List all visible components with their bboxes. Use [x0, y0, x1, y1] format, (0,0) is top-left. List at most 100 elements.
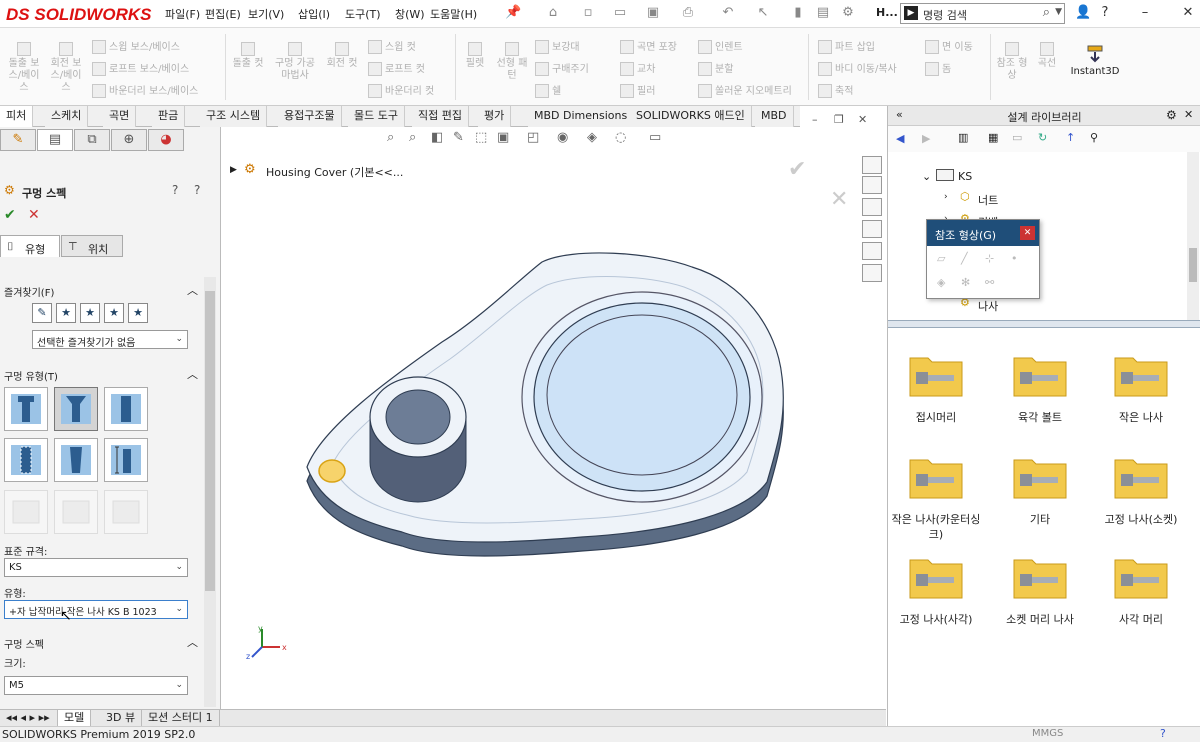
gear-icon[interactable]: ⚙ — [1166, 108, 1177, 122]
tab-direct-editing[interactable]: 직접 편집 — [412, 106, 469, 127]
insert-part-button[interactable]: 파트 삽입 — [818, 38, 875, 54]
favorites-select[interactable]: 선택한 즐겨찾기가 없음 ⌄ — [32, 330, 188, 349]
back-icon[interactable]: ◀ — [896, 132, 904, 145]
help-icon[interactable]: ? — [1160, 727, 1166, 740]
search-input[interactable]: ▶ 명령 검색 ⌕ ▼ — [900, 3, 1065, 24]
scale-button[interactable]: 축적 — [818, 82, 853, 98]
chevron-down-icon[interactable]: ▼ — [1055, 7, 1062, 17]
custom-properties-icon[interactable] — [862, 264, 882, 282]
close-icon[interactable]: ✕ — [858, 113, 867, 126]
folder-hex-bolt[interactable]: 육각 볼트 — [992, 350, 1088, 440]
file-explorer-icon[interactable] — [862, 198, 882, 216]
tab-model[interactable]: 모델 — [58, 710, 92, 727]
up-icon[interactable]: ↑ — [1066, 131, 1075, 144]
rebuild-icon[interactable]: ▮ — [790, 5, 806, 21]
file-props-icon[interactable]: ▤ — [815, 5, 831, 21]
folder-socket-head-screw[interactable]: 소켓 머리 나사 — [992, 552, 1088, 642]
move-copy-body-button[interactable]: 바디 이동/복사 — [818, 60, 897, 76]
minimize-icon[interactable]: – — [1137, 5, 1153, 21]
help-icon[interactable]: ? — [172, 183, 178, 197]
close-icon[interactable]: ✕ — [1184, 108, 1193, 121]
counterbore-icon[interactable] — [4, 387, 48, 431]
view-palette-icon[interactable] — [862, 220, 882, 238]
type-select[interactable]: +자 납작머리 작은 나사 KS B 1023 ⌄ — [4, 600, 188, 619]
axis-icon[interactable]: ╱ — [961, 252, 968, 265]
move-face-button[interactable]: 면 이동 — [925, 38, 973, 54]
tab-weldments[interactable]: 용접구조물 — [278, 106, 342, 127]
point-icon[interactable]: • — [1011, 252, 1018, 265]
extrude-boss-button[interactable]: 돌출 보스/베이스 — [4, 42, 44, 94]
save-icon[interactable]: ▣ — [645, 5, 661, 21]
close-icon[interactable]: ✕ — [1180, 5, 1196, 21]
tree-expand-icon[interactable]: › — [944, 192, 948, 202]
ok-icon[interactable]: ✔ — [4, 207, 16, 223]
tab-features[interactable]: 피처 — [0, 106, 34, 127]
menu-insert[interactable]: 삽입(I) — [298, 6, 330, 22]
mate-reference-icon[interactable]: ⚯ — [985, 276, 994, 289]
tab-sheet-metal[interactable]: 판금 — [152, 106, 186, 127]
close-icon[interactable]: ✕ — [1020, 226, 1035, 240]
straight-tap-icon[interactable] — [4, 438, 48, 482]
select-icon[interactable]: ↖ — [755, 5, 771, 21]
menu-help[interactable]: 도움말(H) — [430, 6, 477, 22]
tab-scroll-arrows[interactable]: ◂◂ ◂ ▸ ▸▸ — [0, 710, 58, 727]
center-of-mass-icon[interactable]: ◈ — [937, 276, 945, 289]
new-file-icon[interactable]: ▫ — [580, 5, 596, 21]
save-favorite-icon[interactable]: ★ — [104, 303, 124, 323]
tab-mbd[interactable]: MBD — [755, 106, 794, 127]
folder-countersunk[interactable]: 접시머리 — [888, 350, 984, 440]
help-icon[interactable]: ? — [1097, 5, 1113, 21]
menu-file[interactable]: 파일(F) — [165, 6, 200, 22]
appearances-icon[interactable] — [862, 242, 882, 260]
scrollbar[interactable] — [1187, 152, 1199, 320]
extrude-cut-button[interactable]: 돌출 컷 — [228, 42, 268, 70]
pin-icon[interactable]: 📌 — [505, 5, 521, 21]
split-button[interactable]: 분할 — [698, 60, 733, 76]
linear-pattern-button[interactable]: 선형 패턴 — [494, 42, 530, 82]
add-location-icon[interactable]: ▦ — [988, 131, 998, 144]
tab-addins[interactable]: SOLIDWORKS 애드인 — [630, 106, 752, 127]
toolbox-icon[interactable]: ⚲ — [1090, 131, 1098, 144]
tab-structure-system[interactable]: 구조 시스템 — [200, 106, 268, 127]
print-icon[interactable]: ⎙ — [680, 5, 696, 21]
size-select[interactable]: M5 ⌄ — [4, 676, 188, 695]
wrap-button[interactable]: 곡면 포장 — [620, 38, 677, 54]
legacy-hole-icon[interactable] — [104, 438, 148, 482]
tapered-tap-icon[interactable] — [54, 438, 98, 482]
restore-icon[interactable]: ❐ — [834, 113, 844, 126]
hole-position-preview[interactable] — [318, 459, 346, 483]
refresh-icon[interactable]: ↻ — [1038, 131, 1047, 144]
revolve-boss-button[interactable]: 회전 보스/베이스 — [46, 42, 86, 94]
tab-evaluate[interactable]: 평가 — [478, 106, 512, 127]
dimxpert-tab[interactable]: ⊕ — [111, 129, 147, 151]
boundary-boss-button[interactable]: 바운더리 보스/베이스 — [92, 82, 198, 98]
hole-wizard-button[interactable]: 구멍 가공 마법사 — [270, 42, 320, 82]
load-favorite-icon[interactable]: ★ — [128, 303, 148, 323]
draft-button[interactable]: 구배주기 — [535, 60, 589, 76]
scrollbar-thumb[interactable] — [1189, 248, 1197, 282]
folder-other[interactable]: 기타 — [992, 452, 1088, 542]
info-icon[interactable]: ? — [194, 183, 200, 197]
tree-item-nuts[interactable]: 너트 — [978, 192, 998, 208]
home-icon[interactable]: ⌂ — [545, 5, 561, 21]
tab-position[interactable]: ⊤ 위치 — [61, 235, 123, 257]
folder-square-head[interactable]: 사각 머리 — [1093, 552, 1189, 642]
tab-mbd-dimensions[interactable]: MBD Dimensions — [528, 106, 635, 127]
hole-spec-section[interactable]: 구멍 스펙 ︿ — [0, 633, 204, 651]
indent-button[interactable]: 인렌트 — [698, 38, 743, 54]
folder-set-screw-square[interactable]: 고정 나사(사각) — [888, 552, 984, 642]
favorites-section[interactable]: 즐겨찾기(F) ︿ — [0, 281, 204, 299]
countersink-icon[interactable] — [54, 387, 98, 431]
search-icon[interactable]: ⌕ — [1043, 5, 1050, 20]
hole-type-section[interactable]: 구멍 유형(T) ︿ — [0, 365, 204, 383]
cancel-icon[interactable]: ✕ — [28, 207, 40, 223]
standard-select[interactable]: KS ⌄ — [4, 558, 188, 577]
folder-small-screw-countersink[interactable]: 작은 나사(카운터싱크) — [888, 452, 984, 542]
mirror-button[interactable]: 필러 — [620, 82, 655, 98]
dome-button[interactable]: 돔 — [925, 60, 951, 76]
property-manager-tab[interactable]: ▤ — [37, 129, 73, 151]
revolve-cut-button[interactable]: 회전 컷 — [322, 42, 362, 70]
chevron-up-icon[interactable]: ︿ — [187, 282, 198, 298]
tab-mold-tools[interactable]: 몰드 도구 — [348, 106, 405, 127]
new-folder-icon[interactable]: ▭ — [1012, 131, 1022, 144]
